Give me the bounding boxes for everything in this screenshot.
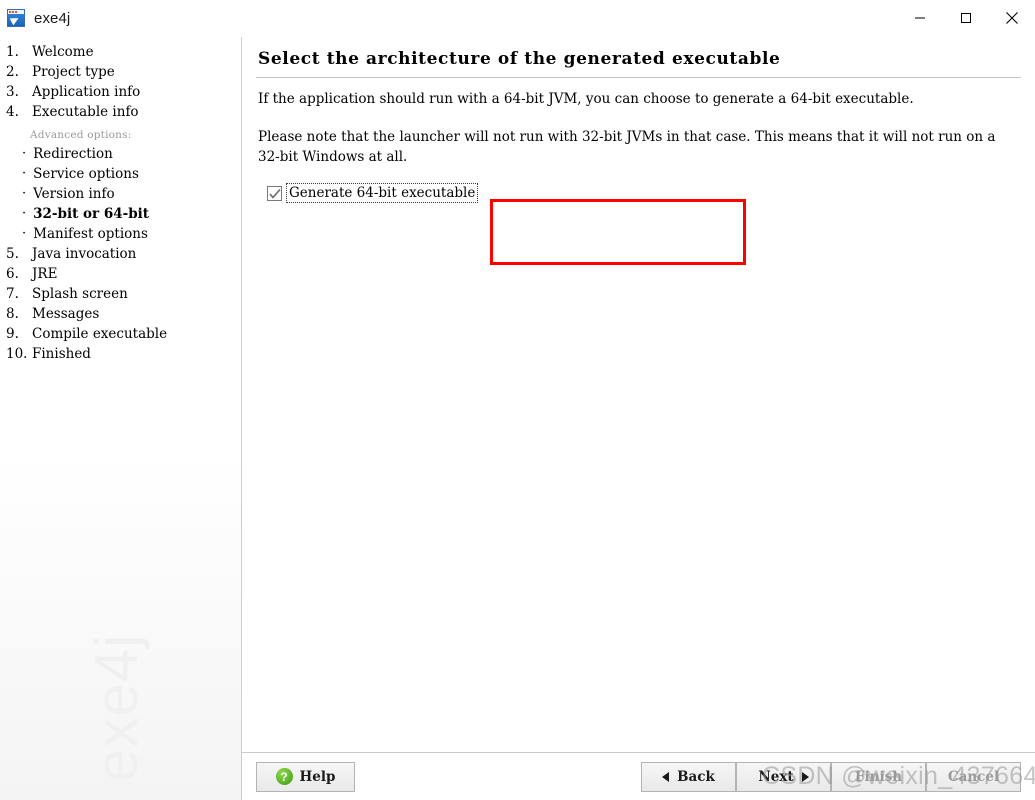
step-label: Splash screen — [32, 286, 128, 302]
back-button[interactable]: Back — [641, 761, 736, 792]
chevron-left-icon — [662, 771, 670, 782]
advanced-options-label: Advanced options: — [30, 129, 132, 141]
sub-step-label: Service options — [33, 166, 139, 182]
generate-64bit-checkbox-row[interactable]: Generate 64-bit executable — [267, 183, 1021, 203]
heading-divider — [256, 77, 1021, 78]
window-controls — [897, 0, 1035, 36]
sub-step-label: Manifest options — [33, 226, 148, 242]
step-label: Compile executable — [32, 326, 168, 342]
title-bar: exe4j — [0, 0, 1035, 37]
step-label: Messages — [32, 306, 100, 322]
step-number: 8. — [6, 306, 19, 322]
generate-64bit-checkbox[interactable] — [267, 185, 282, 201]
sidebar-item-32bit-or-64bit[interactable]: · 32-bit or 64-bit — [0, 206, 241, 226]
next-button[interactable]: Next — [736, 761, 831, 792]
exe4j-app-icon — [7, 9, 25, 27]
sub-step-label: Redirection — [33, 146, 113, 162]
wizard-nav-buttons: Back Next Finish Cancel — [641, 761, 1021, 792]
step-label: Finished — [32, 346, 91, 362]
sidebar-item-messages[interactable]: 8. Messages — [0, 306, 241, 326]
maximize-button[interactable] — [943, 0, 989, 36]
help-button[interactable]: ? Help — [256, 761, 355, 792]
sidebar-item-java-invocation[interactable]: 5. Java invocation — [0, 246, 241, 266]
description-paragraph-2: Please note that the launcher will not r… — [258, 129, 996, 165]
step-number: 2. — [6, 64, 19, 80]
content-pane: Select the architecture of the generated… — [242, 37, 1035, 800]
window-body: 1. Welcome 2. Project type 3. Applicatio… — [0, 37, 1035, 800]
sidebar-item-application-info[interactable]: 3. Application info — [0, 84, 241, 104]
sidebar-item-project-type[interactable]: 2. Project type — [0, 64, 241, 84]
help-question-icon: ? — [275, 768, 293, 785]
page-title: Select the architecture of the generated… — [258, 49, 781, 69]
wizard-footer: ? Help Back Next Finish Cancel — [242, 752, 1035, 800]
sidebar-item-executable-info[interactable]: 4. Executable info — [0, 104, 241, 124]
step-number: 1. — [6, 44, 19, 60]
minimize-button[interactable] — [897, 0, 943, 36]
help-button-label: Help — [299, 768, 336, 785]
exe4j-wizard-window: exe4j 1. Welcome 2. Project type 3. Appl… — [0, 0, 1035, 800]
maximize-icon — [960, 12, 972, 24]
sidebar-item-service-options[interactable]: · Service options — [0, 166, 241, 186]
chevron-right-icon — [801, 771, 809, 782]
finish-button[interactable]: Finish — [831, 761, 926, 792]
step-number: 7. — [6, 286, 19, 302]
generate-64bit-checkbox-label[interactable]: Generate 64-bit executable — [286, 183, 479, 203]
step-number: 10. — [6, 346, 28, 362]
sidebar-item-jre[interactable]: 6. JRE — [0, 266, 241, 286]
minimize-icon — [914, 12, 926, 24]
back-button-label: Back — [677, 768, 715, 785]
close-button[interactable] — [989, 0, 1035, 36]
close-icon — [1005, 11, 1019, 25]
sidebar-item-manifest-options[interactable]: · Manifest options — [0, 226, 241, 246]
sidebar-item-splash-screen[interactable]: 7. Splash screen — [0, 286, 241, 306]
content-main: Select the architecture of the generated… — [242, 37, 1035, 752]
next-button-label: Next — [758, 768, 794, 785]
cancel-button[interactable]: Cancel — [926, 761, 1021, 792]
step-label: Java invocation — [32, 246, 137, 262]
step-number: 3. — [6, 84, 19, 100]
bullet-icon: · — [22, 206, 27, 221]
sidebar-item-finished[interactable]: 10. Finished — [0, 346, 241, 366]
step-number: 5. — [6, 246, 19, 262]
wizard-step-sidebar: 1. Welcome 2. Project type 3. Applicatio… — [0, 37, 242, 800]
wizard-step-list: 1. Welcome 2. Project type 3. Applicatio… — [0, 37, 241, 366]
finish-button-label: Finish — [854, 768, 903, 785]
step-number: 6. — [6, 266, 19, 282]
step-label: JRE — [32, 266, 58, 282]
sub-step-label: Version info — [33, 186, 115, 202]
step-number: 9. — [6, 326, 19, 342]
bullet-icon: · — [22, 226, 27, 241]
bullet-icon: · — [22, 186, 27, 201]
sub-step-label: 32-bit or 64-bit — [33, 206, 150, 222]
sidebar-item-version-info[interactable]: · Version info — [0, 186, 241, 206]
step-number: 4. — [6, 104, 19, 120]
bullet-icon: · — [22, 166, 27, 181]
step-label: Welcome — [32, 44, 94, 60]
sidebar-item-welcome[interactable]: 1. Welcome — [0, 44, 241, 64]
exe4j-watermark: exe4j — [83, 633, 150, 782]
sidebar-item-compile-executable[interactable]: 9. Compile executable — [0, 326, 241, 346]
step-label: Project type — [32, 64, 115, 80]
step-label: Application info — [32, 84, 141, 100]
step-label: Executable info — [32, 104, 139, 120]
window-title: exe4j — [34, 9, 71, 27]
sidebar-item-redirection[interactable]: · Redirection — [0, 146, 241, 166]
bullet-icon: · — [22, 146, 27, 161]
description-paragraph-1: If the application should run with a 64-… — [258, 91, 914, 107]
cancel-button-label: Cancel — [947, 768, 1000, 785]
